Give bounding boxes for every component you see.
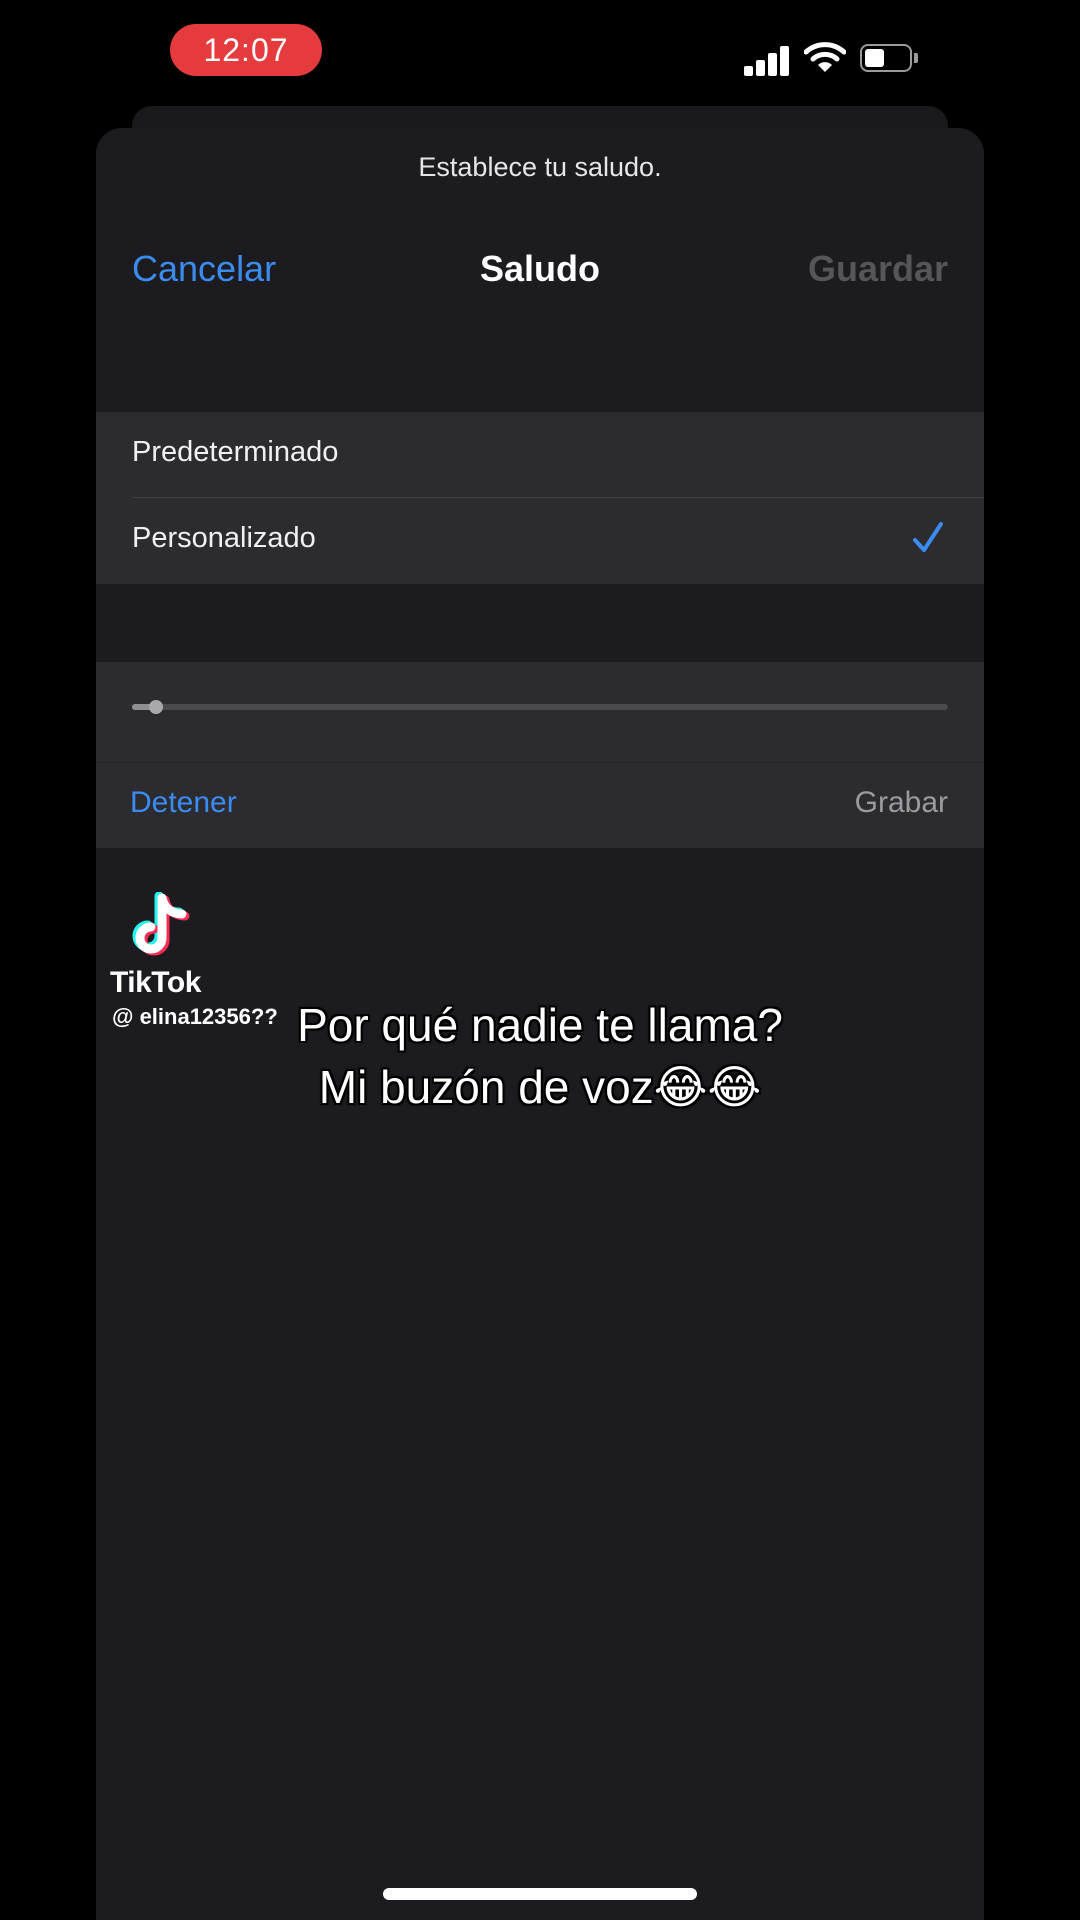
option-custom[interactable]: Personalizado bbox=[96, 498, 984, 583]
sheet-prompt: Establece tu saludo. bbox=[418, 152, 662, 182]
tiktok-logo-icon bbox=[132, 892, 190, 956]
option-default[interactable]: Predeterminado bbox=[96, 412, 984, 498]
greeting-options-list: Predeterminado Personalizado bbox=[96, 412, 984, 584]
playback-scrubber[interactable] bbox=[132, 700, 948, 714]
record-button[interactable]: Grabar bbox=[855, 786, 948, 820]
status-time: 12:07 bbox=[170, 24, 322, 76]
save-button[interactable]: Guardar bbox=[808, 248, 948, 290]
option-label: Predeterminado bbox=[132, 436, 339, 468]
battery-icon bbox=[860, 44, 922, 74]
home-indicator[interactable] bbox=[383, 1888, 697, 1900]
caption-line-2: Mi buzón de voz😂😂 bbox=[318, 1061, 762, 1113]
checkmark-icon bbox=[913, 522, 943, 552]
divider bbox=[96, 762, 984, 763]
wifi-icon bbox=[804, 42, 846, 72]
cellular-signal-icon bbox=[744, 44, 792, 76]
scrubber-handle[interactable] bbox=[149, 700, 164, 714]
option-label: Personalizado bbox=[132, 522, 316, 554]
recording-player: Detener Grabar bbox=[96, 662, 984, 848]
screen: 12:07 Establece tu saludo. Cancelar Salu… bbox=[0, 0, 1080, 1920]
tiktok-wordmark: TikTok bbox=[110, 966, 201, 999]
caption-line-1: Por qué nadie te llama? bbox=[297, 999, 783, 1051]
cancel-button[interactable]: Cancelar bbox=[132, 248, 276, 290]
stop-button[interactable]: Detener bbox=[130, 786, 237, 820]
video-caption: Por qué nadie te llama? Mi buzón de voz😂… bbox=[190, 994, 890, 1118]
